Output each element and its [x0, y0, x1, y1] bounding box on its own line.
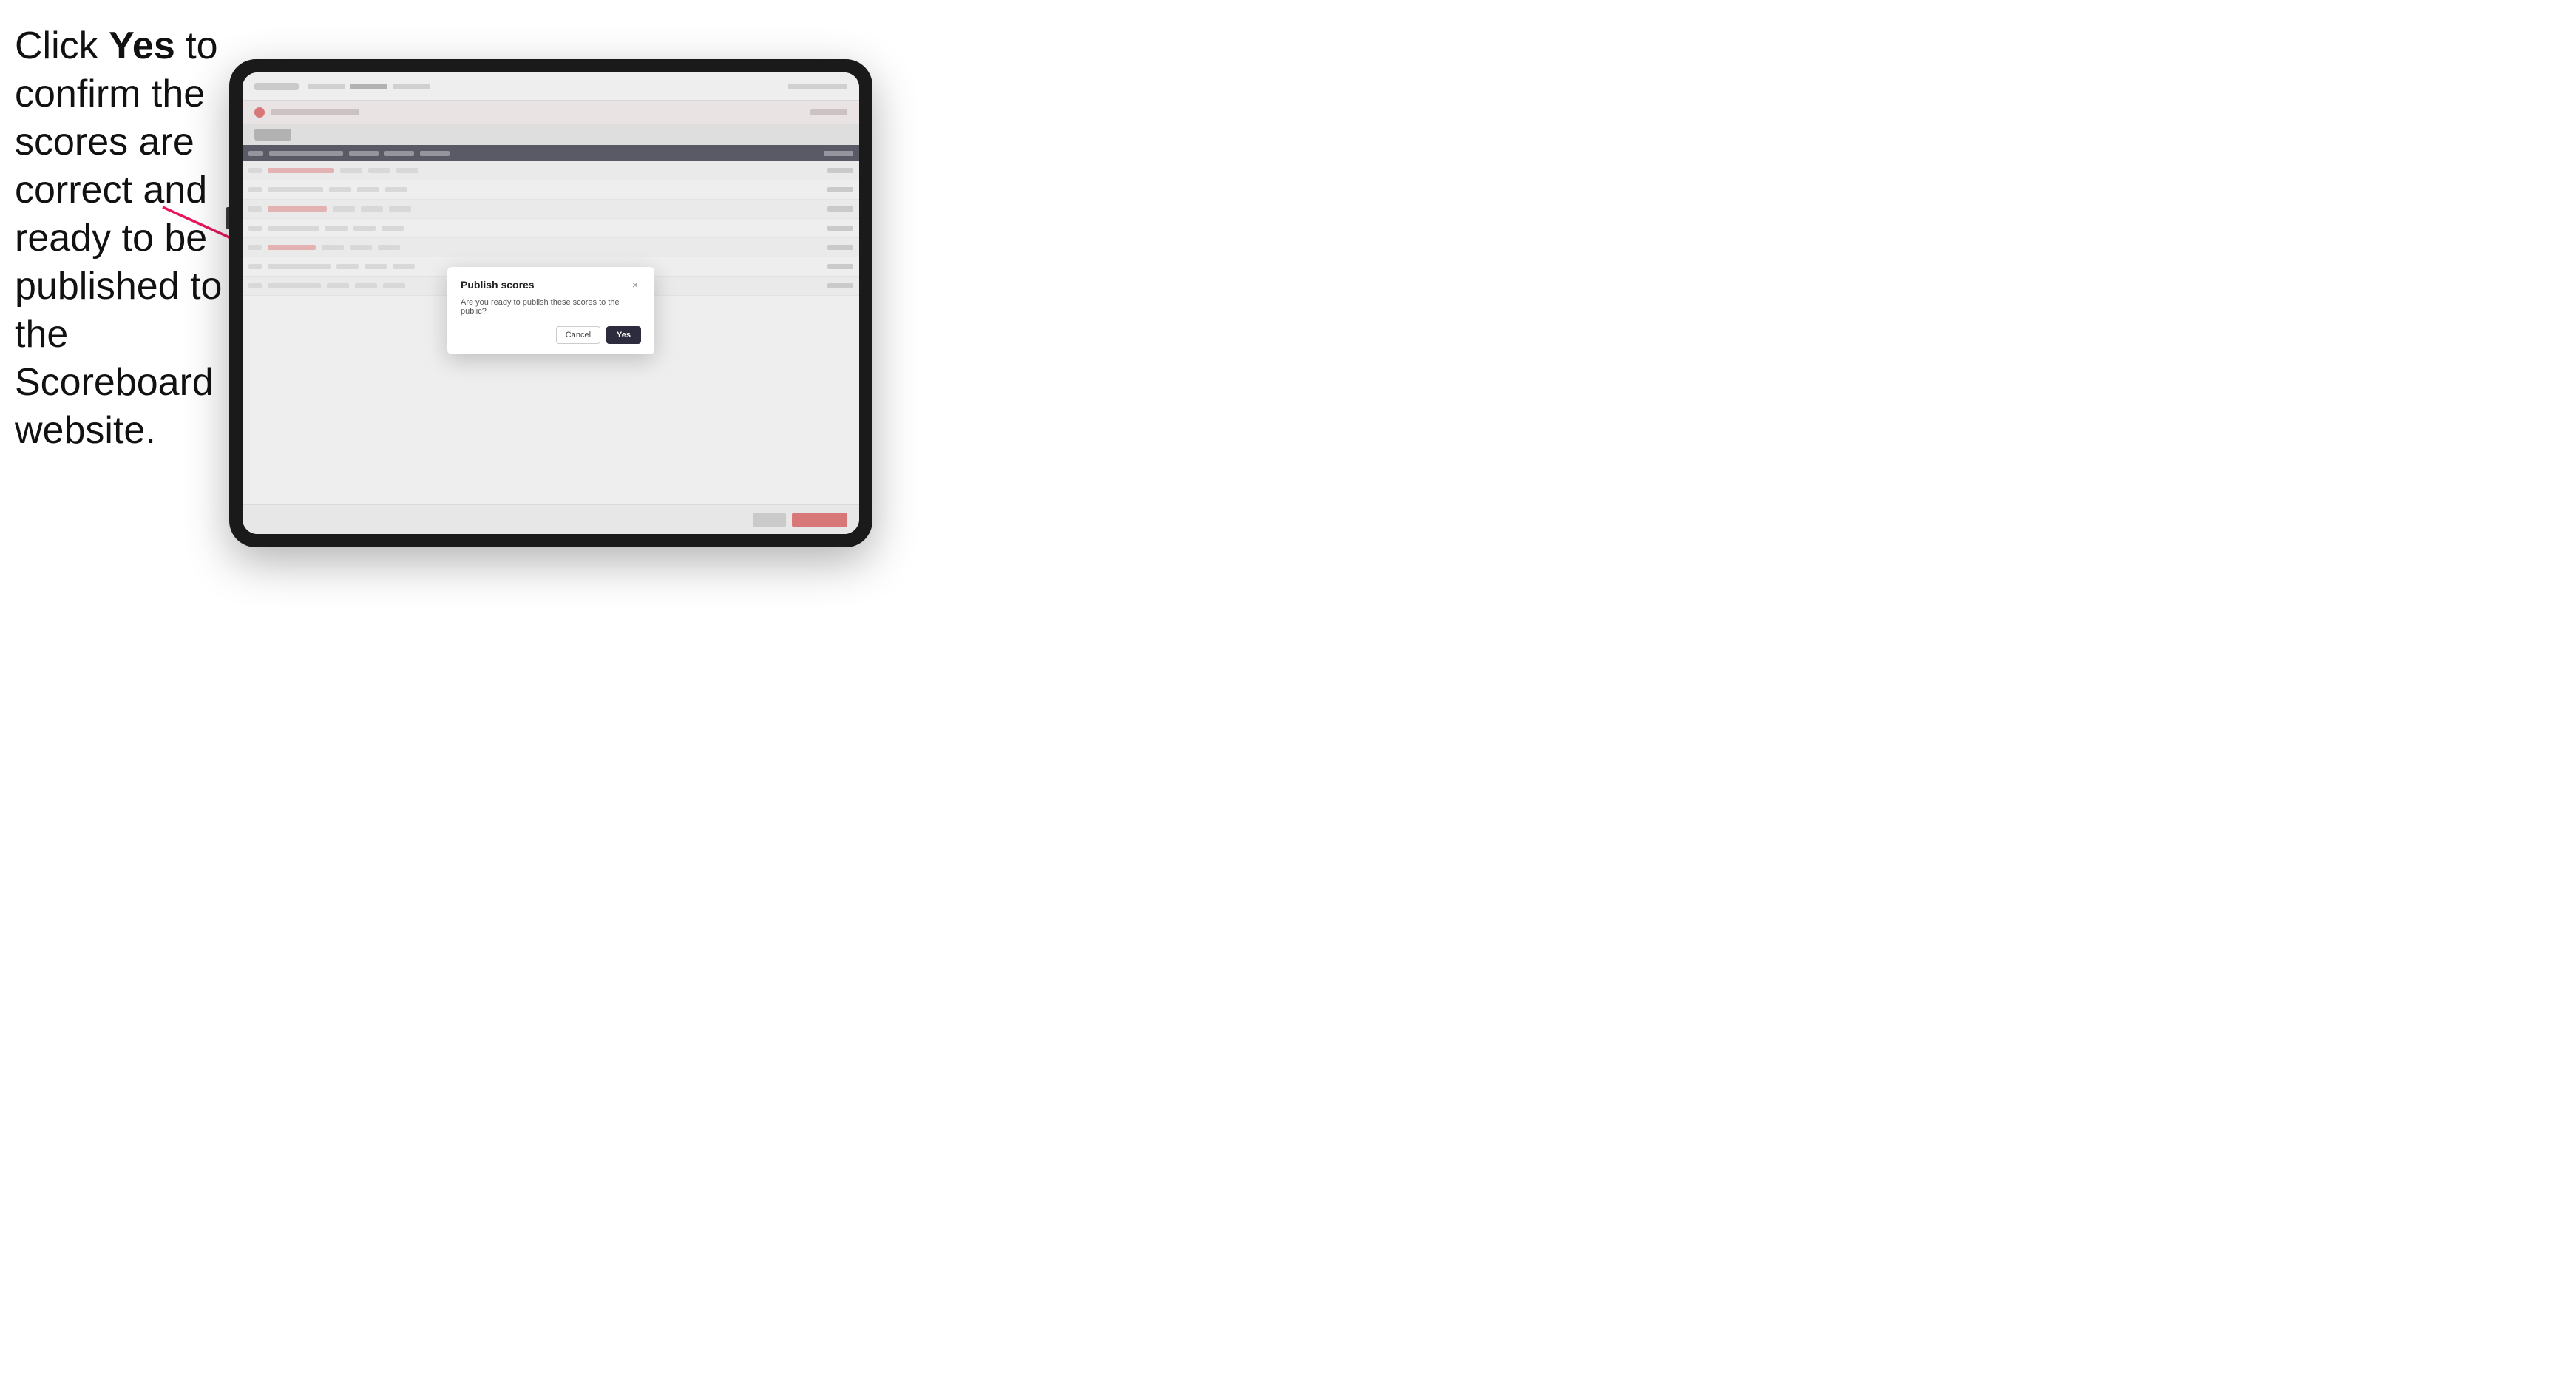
- dialog-actions: Cancel Yes: [461, 326, 641, 344]
- tablet-device: Publish scores × Are you ready to publis…: [229, 59, 872, 547]
- instruction-text-suffix: to confirm the scores are correct and re…: [15, 24, 222, 452]
- dialog-overlay: Publish scores × Are you ready to publis…: [243, 72, 859, 534]
- dialog-title: Publish scores: [461, 279, 535, 291]
- dialog-close-button[interactable]: ×: [629, 279, 641, 291]
- instruction-text-prefix: Click: [15, 24, 109, 67]
- publish-scores-dialog: Publish scores × Are you ready to publis…: [447, 267, 654, 354]
- tablet-side-button: [226, 207, 229, 229]
- tablet-screen: Publish scores × Are you ready to publis…: [243, 72, 859, 534]
- dialog-body: Are you ready to publish these scores to…: [461, 298, 641, 316]
- yes-button[interactable]: Yes: [606, 326, 641, 344]
- instruction-text: Click Yes to confirm the scores are corr…: [15, 22, 229, 455]
- dialog-header: Publish scores ×: [461, 279, 641, 291]
- instruction-bold: Yes: [109, 24, 175, 67]
- cancel-button[interactable]: Cancel: [556, 326, 600, 344]
